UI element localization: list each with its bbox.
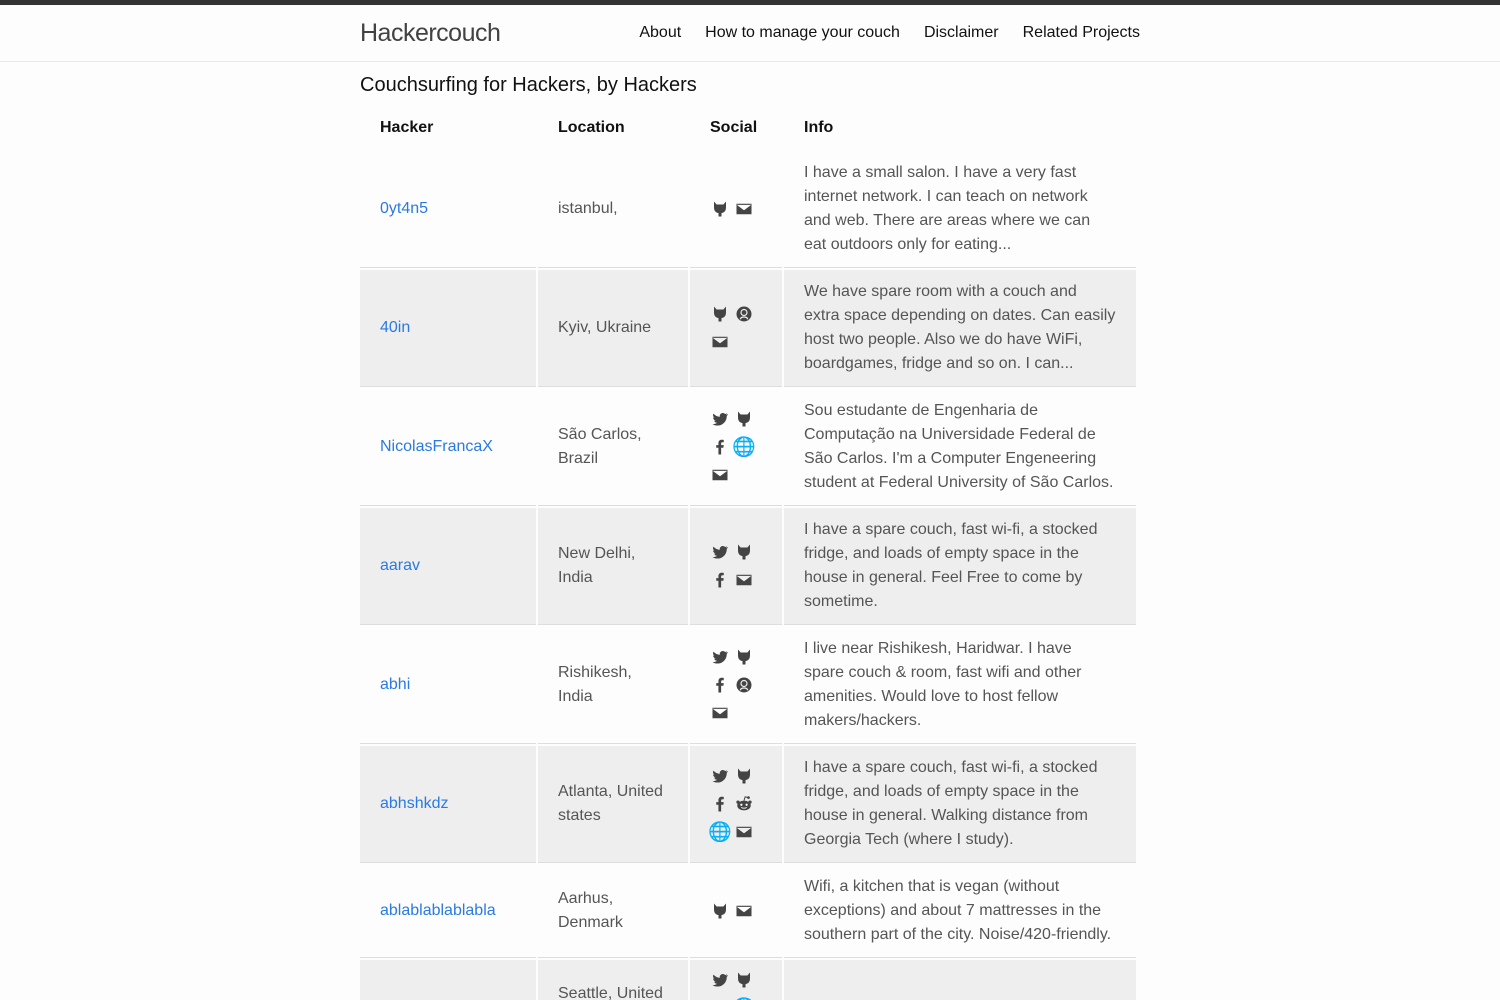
table-row: 0yt4n5 istanbul, I have a small salon. I h… <box>360 151 1136 268</box>
hacker-cell: ablablablablabla <box>360 865 536 958</box>
hacker-cell: aarav <box>360 508 536 625</box>
location-cell: Rishikesh, India <box>538 627 688 744</box>
location-cell: Aarhus, Denmark <box>538 865 688 958</box>
col-hacker: Hacker <box>380 119 434 136</box>
hacker-link[interactable]: NicolasFrancaX <box>380 438 493 455</box>
social-cell: 🌐 <box>690 389 782 506</box>
social-cell: 🌐 <box>690 960 782 1000</box>
email-icon[interactable] <box>734 568 754 592</box>
keybase-icon[interactable] <box>734 673 754 697</box>
hacker-cell: abhi <box>360 627 536 744</box>
social-cell <box>690 151 782 268</box>
info-cell: I live near Rishikesh, Haridwar. I have … <box>784 627 1136 744</box>
info-cell: We have spare room with a couch and extr… <box>784 270 1136 387</box>
main-nav: About How to manage your couch Disclaime… <box>639 24 1140 42</box>
github-icon[interactable] <box>734 540 754 564</box>
github-icon[interactable] <box>734 407 754 431</box>
github-icon[interactable] <box>734 968 754 992</box>
site-title-link[interactable]: Hackercouch <box>360 19 501 48</box>
location-cell: istanbul, <box>538 151 688 268</box>
email-icon[interactable] <box>710 330 730 354</box>
twitter-icon[interactable] <box>710 764 730 788</box>
col-info: Info <box>804 119 834 136</box>
email-icon[interactable] <box>734 197 754 221</box>
hacker-link[interactable]: 0yt4n5 <box>380 200 428 217</box>
page-title: Couchsurfing for Hackers, by Hackers <box>360 74 697 96</box>
table-row: 40in Kyiv, Ukraine We have spare room with… <box>360 270 1136 387</box>
nav-manage-couch[interactable]: How to manage your couch <box>705 24 900 42</box>
table-row: abhi Rishikesh, India I live near Rishikes… <box>360 627 1136 744</box>
facebook-icon[interactable] <box>710 435 730 459</box>
table-row: NicolasFrancaX São Carlos, Brazil 🌐 Sou est… <box>360 389 1136 506</box>
table-row: abhshkdz Atlanta, United states 🌐 I have a … <box>360 746 1136 863</box>
github-icon[interactable] <box>710 197 730 221</box>
col-location: Location <box>558 119 625 136</box>
github-icon[interactable] <box>710 302 730 326</box>
hacker-cell <box>360 960 536 1000</box>
social-cell <box>690 865 782 958</box>
info-cell <box>784 960 1136 1000</box>
info-cell: I have a spare couch, fast wi-fi, a stoc… <box>784 746 1136 863</box>
email-icon[interactable] <box>710 463 730 487</box>
hacker-link[interactable]: abhi <box>380 676 410 693</box>
info-cell: Sou estudante de Engenharia de Computaçã… <box>784 389 1136 506</box>
facebook-icon[interactable] <box>710 996 730 1000</box>
table-row: aarav New Delhi, India I have a spare couc… <box>360 508 1136 625</box>
twitter-icon[interactable] <box>710 968 730 992</box>
hacker-link[interactable]: 40in <box>380 319 410 336</box>
info-cell: I have a spare couch, fast wi-fi, a stoc… <box>784 508 1136 625</box>
github-icon[interactable] <box>734 764 754 788</box>
table-header-row: Hacker Location Social Info <box>360 109 1136 149</box>
hacker-cell: 40in <box>360 270 536 387</box>
location-cell: Seattle, United <box>538 960 688 1000</box>
twitter-icon[interactable] <box>710 645 730 669</box>
location-cell: Kyiv, Ukraine <box>538 270 688 387</box>
github-icon[interactable] <box>710 899 730 923</box>
globe-icon[interactable]: 🌐 <box>732 996 756 1000</box>
social-cell <box>690 270 782 387</box>
hacker-link[interactable]: abhshkdz <box>380 795 449 812</box>
nav-related-projects[interactable]: Related Projects <box>1023 24 1140 42</box>
hacker-link[interactable]: ablablablablabla <box>380 902 496 919</box>
twitter-icon[interactable] <box>710 407 730 431</box>
social-cell: 🌐 <box>690 746 782 863</box>
facebook-icon[interactable] <box>710 792 730 816</box>
email-icon[interactable] <box>734 820 754 844</box>
table-row: ablablablablabla Aarhus, Denmark Wifi, a k… <box>360 865 1136 958</box>
location-cell: Atlanta, United states <box>538 746 688 863</box>
email-icon[interactable] <box>710 701 730 725</box>
col-social: Social <box>710 119 758 136</box>
location-cell: New Delhi, India <box>538 508 688 625</box>
hackers-table: Hacker Location Social Info 0yt4n5 istanb… <box>358 107 1138 1000</box>
site-header: Hackercouch About How to manage your cou… <box>0 5 1500 62</box>
email-icon[interactable] <box>734 899 754 923</box>
nav-disclaimer[interactable]: Disclaimer <box>924 24 999 42</box>
reddit-icon[interactable] <box>734 792 754 816</box>
social-cell <box>690 508 782 625</box>
table-row: Seattle, United 🌐 <box>360 960 1136 1000</box>
social-cell <box>690 627 782 744</box>
github-icon[interactable] <box>734 645 754 669</box>
globe-icon[interactable]: 🌐 <box>732 435 756 459</box>
facebook-icon[interactable] <box>710 673 730 697</box>
hacker-link[interactable]: aarav <box>380 557 420 574</box>
info-cell: Wifi, a kitchen that is vegan (without e… <box>784 865 1136 958</box>
location-cell: São Carlos, Brazil <box>538 389 688 506</box>
hacker-cell: abhshkdz <box>360 746 536 863</box>
hacker-cell: NicolasFrancaX <box>360 389 536 506</box>
info-cell: I have a small salon. I have a very fast… <box>784 151 1136 268</box>
facebook-icon[interactable] <box>710 568 730 592</box>
main-content: Couchsurfing for Hackers, by Hackers Hac… <box>360 74 1140 1000</box>
globe-icon[interactable]: 🌐 <box>708 820 732 844</box>
keybase-icon[interactable] <box>734 302 754 326</box>
nav-about[interactable]: About <box>639 24 681 42</box>
twitter-icon[interactable] <box>710 540 730 564</box>
hacker-cell: 0yt4n5 <box>360 151 536 268</box>
